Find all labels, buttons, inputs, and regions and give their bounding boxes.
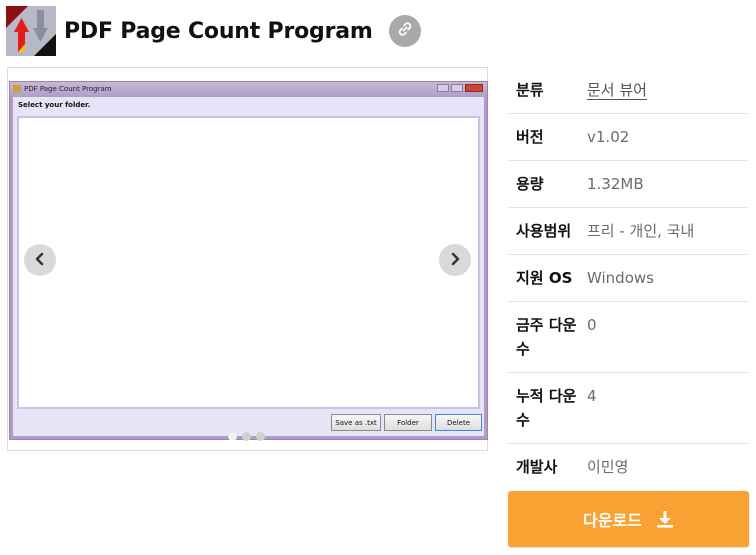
carousel-next-button[interactable]	[439, 244, 471, 276]
info-row-category: 분류 문서 뷰어	[508, 67, 748, 114]
screenshot-image: PDF Page Count Program Select your folde…	[9, 81, 488, 440]
save-as-txt-button: Save as .txt	[331, 414, 381, 431]
info-value: 0	[587, 316, 597, 334]
folder-button: Folder	[384, 414, 432, 431]
download-label: 다운로드	[583, 511, 642, 530]
folder-label: Select your folder.	[18, 101, 91, 109]
download-icon	[656, 510, 674, 528]
carousel-dot[interactable]	[256, 432, 265, 441]
info-row-developer: 개발사 이민영	[508, 444, 748, 491]
info-value: 프리 - 개인, 국내	[587, 222, 695, 240]
info-key: 용량	[516, 175, 544, 193]
link-icon	[397, 21, 413, 41]
chevron-left-icon	[33, 251, 47, 270]
file-list-area	[17, 116, 480, 409]
header: PDF Page Count Program	[6, 6, 421, 56]
info-row-license: 사용범위 프리 - 개인, 국내	[508, 208, 748, 255]
info-key: 개발사	[516, 458, 558, 476]
carousel-dot[interactable]	[228, 432, 237, 441]
info-row-total-downloads: 누적 다운수 4	[508, 373, 748, 444]
info-key: 누적 다운수	[516, 387, 577, 429]
screenshot-carousel: PDF Page Count Program Select your folde…	[7, 67, 488, 451]
share-link-button[interactable]	[388, 15, 421, 47]
window-body: Select your folder. Save as .txt Folder …	[13, 97, 484, 436]
program-info-table: 분류 문서 뷰어 버전 v1.02 용량 1.32MB 사용범위 프리 - 개인…	[508, 67, 748, 491]
window-controls	[437, 84, 483, 92]
info-value: 이민영	[587, 458, 629, 476]
info-row-os: 지원 OS Windows	[508, 255, 748, 302]
info-key: 금주 다운수	[516, 316, 577, 358]
window-titlebar: PDF Page Count Program	[10, 82, 487, 96]
info-key: 버전	[516, 128, 544, 146]
info-key: 분류	[516, 81, 544, 99]
close-icon	[465, 84, 483, 92]
carousel-prev-button[interactable]	[24, 244, 56, 276]
app-small-icon	[13, 85, 21, 93]
info-value: Windows	[587, 269, 654, 287]
info-key: 사용범위	[516, 222, 572, 240]
carousel-dot[interactable]	[242, 432, 251, 441]
category-link[interactable]: 문서 뷰어	[587, 78, 748, 113]
window-title: PDF Page Count Program	[24, 85, 112, 93]
carousel-dots	[228, 432, 265, 441]
minimize-icon	[437, 84, 449, 92]
pdf-arrows-logo-icon	[6, 6, 56, 56]
page-title: PDF Page Count Program	[64, 18, 373, 44]
delete-button: Delete	[435, 414, 482, 431]
info-value: 4	[587, 387, 597, 405]
info-row-size: 용량 1.32MB	[508, 161, 748, 208]
info-row-version: 버전 v1.02	[508, 114, 748, 161]
info-key: 지원 OS	[516, 269, 573, 287]
chevron-right-icon	[448, 251, 462, 270]
maximize-icon	[451, 84, 463, 92]
info-value: v1.02	[587, 128, 630, 146]
download-button[interactable]: 다운로드	[508, 491, 749, 547]
info-row-weekly-downloads: 금주 다운수 0	[508, 302, 748, 373]
info-value: 1.32MB	[587, 175, 644, 193]
